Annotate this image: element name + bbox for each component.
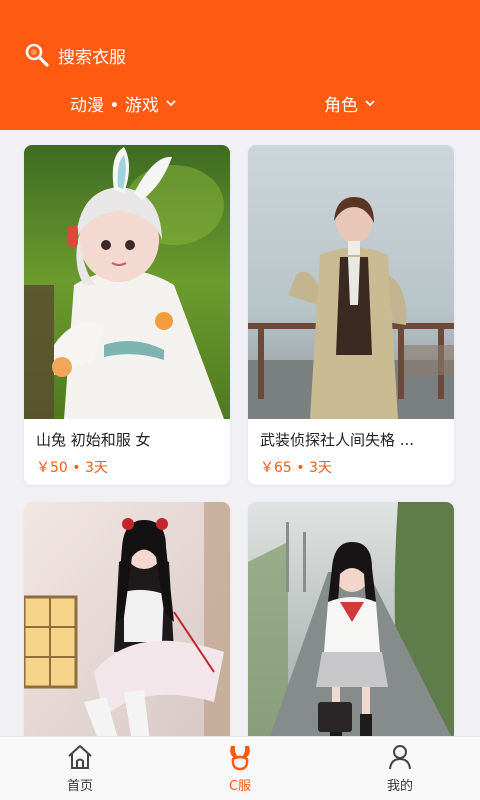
product-price: ￥50 • 3天	[36, 460, 108, 476]
product-card[interactable]	[248, 502, 454, 736]
filter-category-dropdown[interactable]: 动漫 • 游戏	[70, 86, 177, 120]
product-photo	[24, 145, 230, 419]
tab-costume[interactable]: C服	[180, 737, 300, 800]
tab-label: 首页	[66, 779, 93, 794]
product-photo	[24, 502, 230, 736]
tab-home[interactable]: 首页	[20, 737, 140, 800]
tab-profile[interactable]: 我的	[340, 737, 460, 800]
user-icon	[389, 745, 411, 770]
filter-category-label: 动漫 • 游戏	[70, 95, 159, 116]
chevron-down-icon	[166, 100, 176, 107]
bunny-ears-icon	[230, 746, 250, 771]
product-grid: 山兔 初始和服 女 ￥50 • 3天 武装侦探社人间失格 ... ￥65 • 3…	[0, 130, 480, 736]
product-price: ￥65 • 3天	[260, 460, 332, 476]
product-card[interactable]: 武装侦探社人间失格 ... ￥65 • 3天	[248, 145, 454, 485]
filter-role-label: 角色	[324, 95, 358, 116]
product-title: 山兔 初始和服 女	[36, 431, 151, 449]
tab-label: C服	[228, 779, 252, 794]
product-photo	[248, 145, 454, 419]
product-card[interactable]: 山兔 初始和服 女 ￥50 • 3天	[24, 145, 230, 485]
search-bar[interactable]: 搜索衣服	[24, 40, 126, 70]
filter-role-dropdown[interactable]: 角色	[324, 86, 376, 120]
search-icon	[25, 43, 49, 67]
home-icon	[68, 745, 92, 769]
bottom-tab-bar: 首页 C服 我的	[0, 736, 480, 800]
product-photo	[248, 502, 454, 736]
tab-label: 我的	[386, 779, 413, 794]
search-placeholder: 搜索衣服	[58, 47, 126, 68]
product-card[interactable]	[24, 502, 230, 736]
filter-bar: 动漫 • 游戏 角色	[0, 86, 480, 120]
chevron-down-icon	[365, 100, 375, 107]
top-header: 搜索衣服 动漫 • 游戏 角色	[0, 0, 480, 130]
product-title: 武装侦探社人间失格 ...	[260, 431, 415, 449]
